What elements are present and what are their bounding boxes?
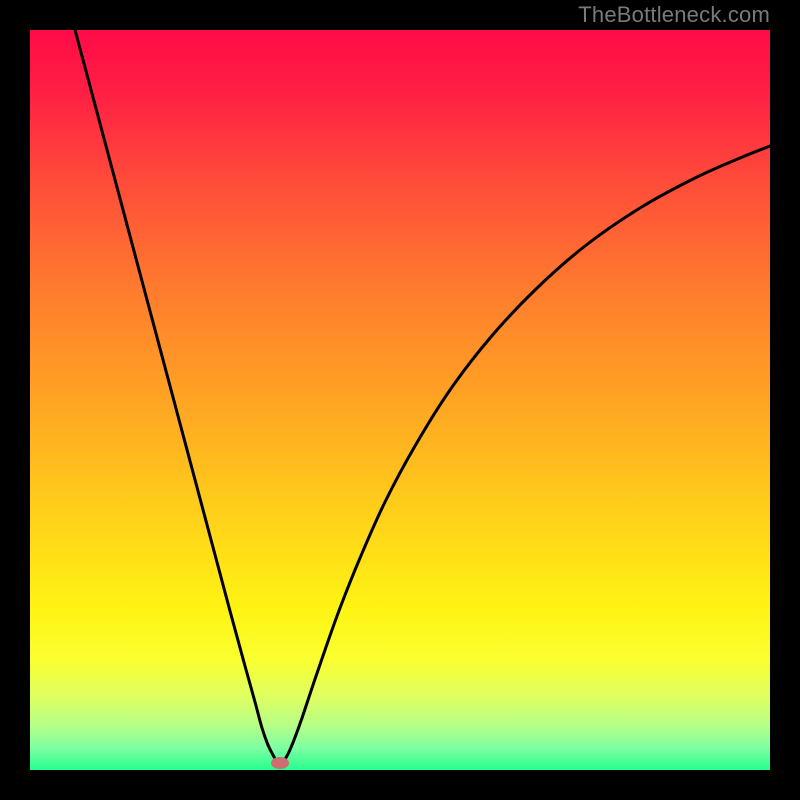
optimal-point-marker [271,757,289,769]
plot-area [30,30,770,770]
watermark-label: TheBottleneck.com [578,2,770,28]
chart-frame: TheBottleneck.com [0,0,800,800]
chart-svg [30,30,770,770]
gradient-background [30,30,770,770]
